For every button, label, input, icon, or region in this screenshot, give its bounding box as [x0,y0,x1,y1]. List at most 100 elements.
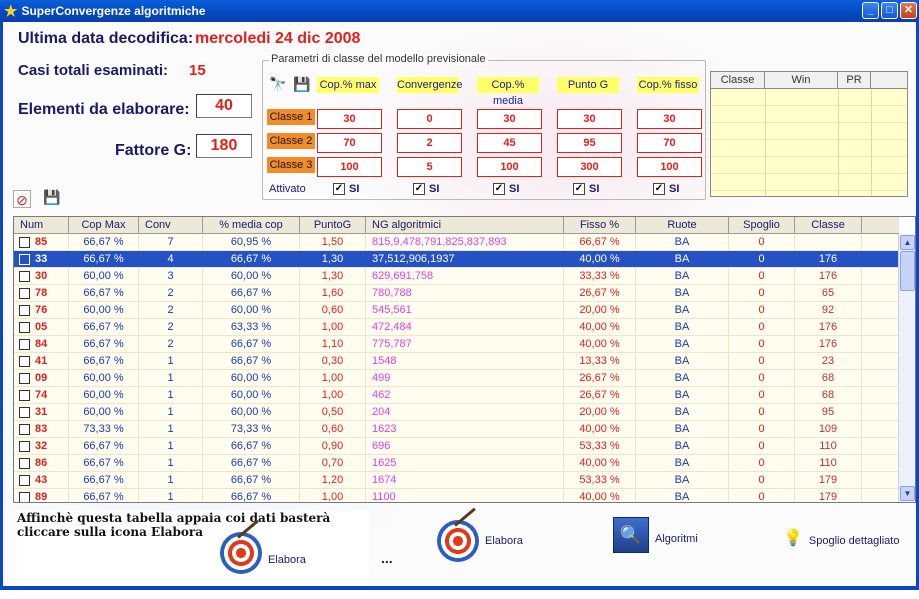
fattore-input[interactable]: 180 [196,134,252,158]
table-cell: BA [636,472,729,488]
attivato-check-copmax[interactable]: ✓ SI [333,183,359,195]
table-cell: 65 [795,285,862,301]
grid-head-classe[interactable]: Classe [795,217,862,233]
table-row[interactable]: 83 73,33 % 1 73,33 % 0,60 1623 40,00 % BA 0 109 [14,421,898,438]
param-c2-puntog[interactable]: 95 [557,133,622,153]
table-cell: 780,788 [366,285,564,301]
save-icon[interactable]: 💾 [43,188,61,206]
row-checkbox[interactable] [19,457,30,469]
row-checkbox[interactable] [19,389,30,401]
elabora-button-2[interactable]: Elabora [437,520,523,562]
row-num-cell: 31 [14,404,69,420]
table-row[interactable]: 32 66,67 % 1 66,67 % 0,90 696 53,33 % BA 0 110 [14,438,898,455]
param-c3-copmedia[interactable]: 100 [477,157,542,177]
binoculars-icon[interactable]: 🔭 [269,76,286,93]
cancel-icon[interactable]: ⊘ [13,190,31,208]
table-row[interactable]: 76 60,00 % 2 60,00 % 0,60 545,561 20,00 % BA 0 92 [14,302,898,319]
grid-head-conv[interactable]: Conv [139,217,203,233]
save-disk-icon[interactable]: 💾 [293,76,310,93]
param-c1-copmedia[interactable]: 30 [477,109,542,129]
grid-head-puntog[interactable]: PuntoG [300,217,366,233]
row-checkbox[interactable] [19,355,30,367]
table-row[interactable]: 74 60,00 % 1 60,00 % 1,00 462 26,67 % BA 0 68 [14,387,898,404]
table-cell: 53,33 % [564,438,636,454]
attivato-check-conv[interactable]: ✓ SI [413,183,439,195]
table-row[interactable]: 89 66,67 % 1 66,67 % 1,00 1100 40,00 % BA 0 179 [14,489,898,502]
row-checkbox[interactable] [19,338,30,350]
scroll-down-button[interactable]: ▼ [900,486,915,501]
row-checkbox[interactable] [19,236,30,248]
table-row[interactable]: 30 60,00 % 3 60,00 % 1,30 629,691,758 33,33 % B… [14,268,898,285]
param-c2-conv[interactable]: 2 [397,133,462,153]
row-checkbox[interactable] [19,270,30,282]
grid-head-num[interactable]: Num [14,217,69,233]
table-row[interactable]: 86 66,67 % 1 66,67 % 0,70 1625 40,00 % BA 0 110 [14,455,898,472]
param-c2-copmax[interactable]: 70 [317,133,382,153]
param-c3-puntog[interactable]: 300 [557,157,622,177]
row-checkbox[interactable] [19,287,30,299]
table-row[interactable]: 43 66,67 % 1 66,67 % 1,20 1674 53,33 % BA 0 179 [14,472,898,489]
table-cell: 179 [795,472,862,488]
ellipsis: ... [381,550,393,566]
table-row[interactable]: 78 66,67 % 2 66,67 % 1,60 780,788 26,67 % BA 0 65 [14,285,898,302]
grid-head-fisso[interactable]: Fisso % [564,217,636,233]
client-area: Ultima data decodifica: mercoledi 24 dic… [0,22,919,599]
close-button[interactable]: ✕ [900,2,917,19]
row-checkbox[interactable] [19,440,30,452]
attivato-check-copmedia[interactable]: ✓ SI [493,183,519,195]
cwp-head-classe: Classe [711,72,765,88]
table-cell: BA [636,455,729,471]
param-c1-conv[interactable]: 0 [397,109,462,129]
grid-head-ruote[interactable]: Ruote [636,217,729,233]
row-checkbox[interactable] [19,304,30,316]
table-row[interactable]: 85 66,67 % 7 60,95 % 1,50 815,9,478,791,825,8… [14,234,898,251]
grid-scrollbar[interactable]: ▲ ▼ [898,234,915,502]
param-c1-puntog[interactable]: 30 [557,109,622,129]
param-c2-copfisso[interactable]: 70 [637,133,702,153]
table-row[interactable]: 41 66,67 % 1 66,67 % 0,30 1548 13,33 % BA 0 23 [14,353,898,370]
param-c3-copfisso[interactable]: 100 [637,157,702,177]
table-row[interactable]: 09 60,00 % 1 60,00 % 1,00 499 26,67 % BA 0 68 [14,370,898,387]
classe-1-label: Classe 1 [267,109,315,125]
table-cell: 0,90 [300,438,366,454]
algorithms-icon: 🔍 [613,517,649,553]
grid-head-mediacop[interactable]: % media cop [203,217,300,233]
elementi-input[interactable]: 40 [196,94,252,118]
minimize-button[interactable]: _ [862,2,879,19]
param-c1-copmax[interactable]: 30 [317,109,382,129]
classe-win-pr-table[interactable]: Classe Win PR [710,71,908,197]
row-checkbox[interactable] [19,321,30,333]
scroll-up-button[interactable]: ▲ [900,235,915,250]
table-row[interactable]: 33 66,67 % 4 66,67 % 1,30 37,512,906,1937 40,0… [14,251,898,268]
grid-head-ng[interactable]: NG algoritmici [366,217,564,233]
spoglio-button[interactable]: 💡 Spoglio dettagliato [783,528,899,548]
grid-head-spoglio[interactable]: Spoglio [729,217,795,233]
row-checkbox[interactable] [19,406,30,418]
elabora-button-1[interactable]: Elabora [220,532,306,574]
table-row[interactable]: 31 60,00 % 1 60,00 % 0,50 204 20,00 % BA 0 95 [14,404,898,421]
attivato-check-puntog[interactable]: ✓ SI [573,183,599,195]
row-checkbox[interactable] [19,253,30,265]
grid-head-copmax[interactable]: Cop Max [69,217,139,233]
table-cell: 60,00 % [203,404,300,420]
note-line-1: Affinchè questa tabella appaia coi dati … [17,511,331,525]
table-row[interactable]: 05 66,67 % 2 63,33 % 1,00 472,484 40,00 % BA 0 17… [14,319,898,336]
algoritmi-button[interactable]: 🔍 Algoritmi [613,517,698,553]
row-checkbox[interactable] [19,372,30,384]
param-c3-conv[interactable]: 5 [397,157,462,177]
table-cell: 2 [139,319,203,335]
row-checkbox[interactable] [19,491,30,502]
attivato-check-copfisso[interactable]: ✓ SI [653,183,679,195]
maximize-button[interactable]: □ [881,2,898,19]
param-c1-copfisso[interactable]: 30 [637,109,702,129]
table-row[interactable]: 84 66,67 % 2 66,67 % 1,10 775,787 40,00 % BA 0 17… [14,336,898,353]
table-cell: 60,00 % [69,302,139,318]
param-c2-copmedia[interactable]: 45 [477,133,542,153]
param-c3-copmax[interactable]: 100 [317,157,382,177]
row-checkbox[interactable] [19,474,30,486]
row-num: 43 [35,474,48,486]
results-grid[interactable]: Num Cop Max Conv % media cop PuntoG NG a… [13,216,916,503]
algoritmi-label: Algoritmi [655,533,698,545]
row-checkbox[interactable] [19,423,30,435]
scroll-thumb[interactable] [900,251,915,291]
